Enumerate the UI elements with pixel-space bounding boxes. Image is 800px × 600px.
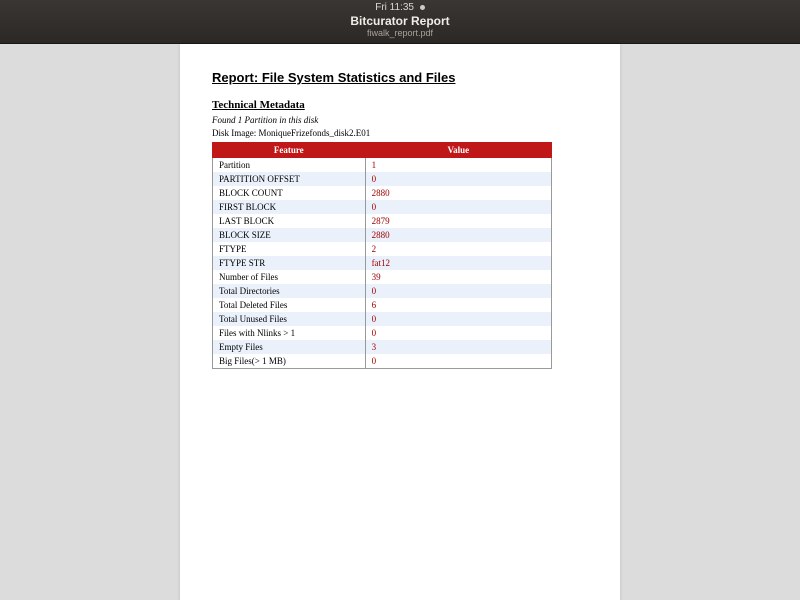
cell-value: 2880 (365, 228, 551, 242)
cell-value: 1 (365, 158, 551, 172)
table-row: Total Unused Files0 (213, 312, 552, 326)
report-title: Report: File System Statistics and Files (212, 70, 588, 85)
table-row: BLOCK COUNT2880 (213, 186, 552, 200)
table-row: Total Directories0 (213, 284, 552, 298)
table-row: LAST BLOCK2879 (213, 214, 552, 228)
table-row: FTYPE STRfat12 (213, 256, 552, 270)
cell-feature: Number of Files (213, 270, 366, 284)
col-header-feature: Feature (213, 142, 366, 158)
cell-feature: Total Unused Files (213, 312, 366, 326)
cell-feature: FIRST BLOCK (213, 200, 366, 214)
cell-feature: Total Directories (213, 284, 366, 298)
cell-value: 39 (365, 270, 551, 284)
clock-indicator-dot (420, 5, 425, 10)
cell-feature: Files with Nlinks > 1 (213, 326, 366, 340)
table-row: Partition1 (213, 158, 552, 172)
cell-feature: BLOCK COUNT (213, 186, 366, 200)
cell-value: 3 (365, 340, 551, 354)
cell-feature: Big Files(> 1 MB) (213, 354, 366, 369)
metadata-table: Feature Value Partition1PARTITION OFFSET… (212, 142, 552, 369)
window-title: Bitcurator Report (0, 14, 800, 28)
cell-feature: PARTITION OFFSET (213, 172, 366, 186)
cell-feature: Partition (213, 158, 366, 172)
desktop-background: Report: File System Statistics and Files… (0, 44, 800, 600)
cell-value: 2879 (365, 214, 551, 228)
pdf-page: Report: File System Statistics and Files… (180, 44, 620, 600)
cell-feature: FTYPE STR (213, 256, 366, 270)
cell-feature: Total Deleted Files (213, 298, 366, 312)
table-header-row: Feature Value (213, 142, 552, 158)
cell-value: 0 (365, 312, 551, 326)
cell-value: 0 (365, 200, 551, 214)
clock-text: Fri 11:35 (375, 2, 414, 13)
table-row: FIRST BLOCK0 (213, 200, 552, 214)
cell-feature: LAST BLOCK (213, 214, 366, 228)
table-row: Big Files(> 1 MB)0 (213, 354, 552, 369)
partition-found-line: Found 1 Partition in this disk (212, 115, 588, 125)
col-header-value: Value (365, 142, 551, 158)
table-row: FTYPE2 (213, 242, 552, 256)
system-clock[interactable]: Fri 11:35 (0, 0, 800, 13)
table-row: Number of Files39 (213, 270, 552, 284)
table-row: BLOCK SIZE2880 (213, 228, 552, 242)
table-row: Total Deleted Files6 (213, 298, 552, 312)
cell-feature: FTYPE (213, 242, 366, 256)
system-top-bar: Fri 11:35 Bitcurator Report fiwalk_repor… (0, 0, 800, 44)
cell-value: 0 (365, 354, 551, 369)
table-row: Empty Files3 (213, 340, 552, 354)
section-heading: Technical Metadata (212, 99, 588, 111)
disk-image-line: Disk Image: MoniqueFrizefonds_disk2.E01 (212, 128, 588, 138)
cell-value: 0 (365, 172, 551, 186)
cell-value: 2880 (365, 186, 551, 200)
cell-value: 0 (365, 326, 551, 340)
table-row: PARTITION OFFSET0 (213, 172, 552, 186)
cell-feature: BLOCK SIZE (213, 228, 366, 242)
cell-value: 0 (365, 284, 551, 298)
cell-value: 2 (365, 242, 551, 256)
cell-value: fat12 (365, 256, 551, 270)
cell-feature: Empty Files (213, 340, 366, 354)
cell-value: 6 (365, 298, 551, 312)
table-row: Files with Nlinks > 10 (213, 326, 552, 340)
window-subtitle: fiwalk_report.pdf (0, 28, 800, 38)
